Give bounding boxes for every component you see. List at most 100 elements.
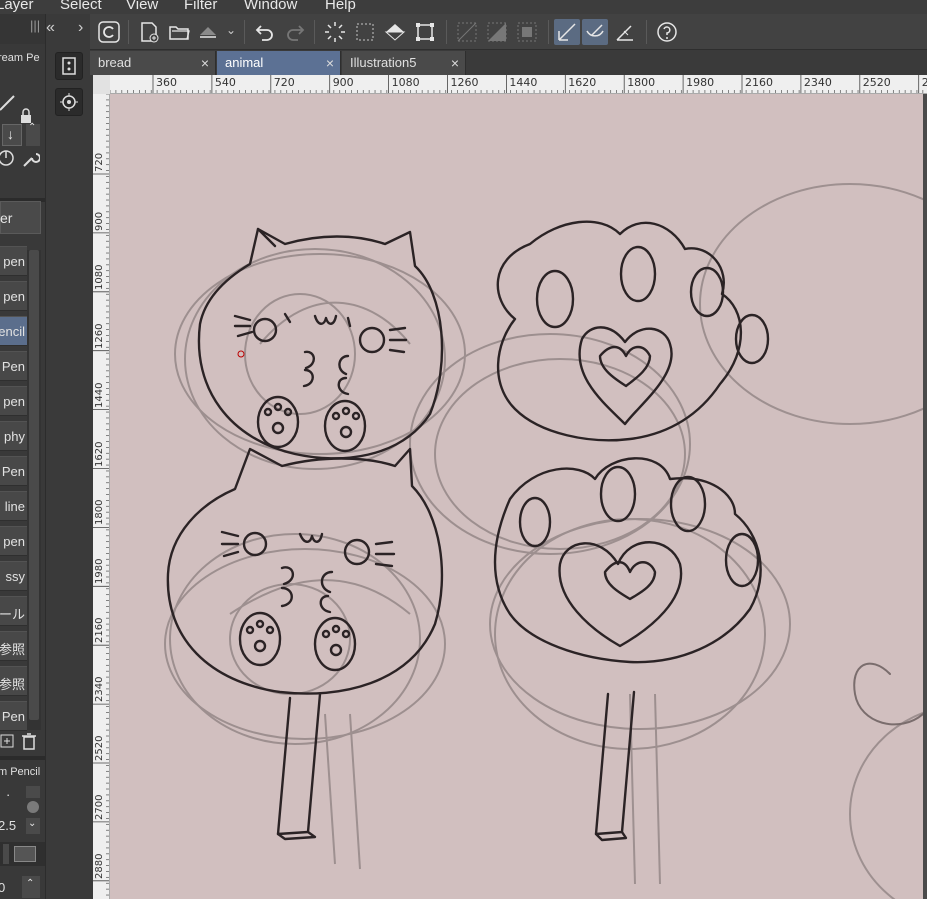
sub-tool-item[interactable]: ssy xyxy=(0,561,27,591)
stepper-down[interactable]: ⌄ xyxy=(26,818,40,834)
trash-icon[interactable] xyxy=(20,732,38,750)
expand-right-icon[interactable]: › xyxy=(78,19,83,37)
menu-view[interactable]: View xyxy=(126,0,158,13)
sub-tool-label: Pen xyxy=(1,359,25,374)
side-toolbar: « › xyxy=(45,14,90,899)
sub-tool-label: pen xyxy=(3,289,25,304)
target-icon[interactable] xyxy=(55,88,83,116)
ruler-label: 720 xyxy=(273,76,295,89)
close-icon[interactable]: × xyxy=(326,51,334,75)
ruler-label: 2160 xyxy=(94,617,105,644)
sub-tool-label: 参照 xyxy=(0,677,25,692)
ruler-b-icon[interactable] xyxy=(484,19,510,45)
sub-tool-scrollbar[interactable] xyxy=(27,250,41,730)
tool-button[interactable]: er xyxy=(0,201,41,234)
download-icon[interactable]: ↓ xyxy=(2,124,22,146)
redo-icon[interactable] xyxy=(282,19,308,45)
save-icon[interactable] xyxy=(196,19,222,45)
sub-tool-item[interactable]: pen xyxy=(0,281,27,311)
fill-icon[interactable] xyxy=(382,19,408,45)
sub-tool-item[interactable]: pen xyxy=(0,526,27,556)
snap-to-ruler-icon[interactable] xyxy=(554,19,580,45)
transform-icon[interactable] xyxy=(412,19,438,45)
snap-to-guide-icon[interactable] xyxy=(582,19,608,45)
ruler-label: 1800 xyxy=(94,499,105,526)
sub-tool-item[interactable]: Pen xyxy=(0,701,27,731)
sub-tool-item[interactable]: line xyxy=(0,491,27,521)
color-swatch-icon[interactable] xyxy=(14,846,36,862)
menu-window[interactable]: Window xyxy=(244,0,297,13)
sub-tool-label: line xyxy=(4,499,25,514)
sub-tool-item[interactable]: pen xyxy=(0,386,27,416)
sub-tool-item[interactable]: pen xyxy=(0,246,27,276)
lasso-clear-icon[interactable] xyxy=(322,19,348,45)
ruler-label: 720 xyxy=(94,152,105,172)
sub-tool-item[interactable]: 参照 xyxy=(0,666,27,696)
brush-shape-icon[interactable] xyxy=(0,148,16,168)
sub-tool-item[interactable]: Pen xyxy=(0,351,27,381)
menu-help[interactable]: Help xyxy=(325,0,356,13)
spin-stepper[interactable]: ⌃ xyxy=(26,122,40,146)
app-window: Layer Select View Filter Window Help |||… xyxy=(0,0,927,899)
undo-icon[interactable] xyxy=(252,19,278,45)
close-icon[interactable]: × xyxy=(451,51,459,75)
pencil-brush-icon xyxy=(0,95,15,111)
save-dropdown-icon[interactable]: ⌄ xyxy=(226,23,236,37)
menu-bar: Layer Select View Filter Window Help xyxy=(0,0,927,14)
navigator-icon[interactable] xyxy=(55,52,83,80)
brush-size-value[interactable]: 2.5 xyxy=(0,818,16,833)
horizontal-ruler[interactable]: 360 540 720 900 1080 1260 1440 1620 1800 1980 2160… xyxy=(110,75,927,94)
open-folder-icon[interactable] xyxy=(166,19,192,45)
ruler-label: 2700 xyxy=(94,794,105,820)
ruler-label: 360 xyxy=(156,76,177,89)
command-bar: ⌄ xyxy=(90,14,927,50)
tab-illustration5[interactable]: Illustration5 × xyxy=(342,51,466,75)
ruler-a-icon[interactable] xyxy=(454,19,480,45)
bottom-stepper[interactable]: ⌃ xyxy=(22,876,40,898)
snap-to-grid-icon[interactable] xyxy=(612,19,638,45)
add-sub-tool-icon[interactable] xyxy=(0,732,16,750)
sub-tool-label: encil xyxy=(0,324,25,339)
stepper-up[interactable] xyxy=(26,786,40,798)
vertical-ruler[interactable]: 720 900 1080 1260 1440 1620 1800 1980 2160 2340 25… xyxy=(93,94,110,899)
ruler-label: 1620 xyxy=(94,441,105,467)
tab-bread[interactable]: bread × xyxy=(90,51,216,75)
sub-tool-item[interactable]: ール xyxy=(0,596,27,626)
ruler-label: 2700 xyxy=(922,76,927,89)
collapse-left-icon[interactable]: « xyxy=(46,19,55,37)
sub-tool-item[interactable]: 参照 xyxy=(0,631,27,661)
sub-tool-label: 参照 xyxy=(0,642,25,657)
sub-tool-label: ssy xyxy=(5,569,26,584)
brush-title: ream Pe xyxy=(0,52,40,64)
help-icon[interactable] xyxy=(654,19,680,45)
bottom-value[interactable]: 0 xyxy=(0,880,5,895)
bottom-brush-name: m Pencil xyxy=(0,766,41,778)
slider-knob[interactable] xyxy=(27,801,39,813)
sub-tool-item[interactable]: Pen xyxy=(0,456,27,486)
canvas-scrollbar[interactable] xyxy=(923,94,927,899)
ruler-label: 900 xyxy=(332,76,354,89)
sub-tool-label: Pen xyxy=(1,709,25,724)
close-icon[interactable]: × xyxy=(201,51,209,75)
ruler-c-icon[interactable] xyxy=(514,19,540,45)
tab-animal[interactable]: animal × xyxy=(217,51,341,75)
wrench-icon[interactable] xyxy=(20,150,40,170)
menu-select[interactable]: Select xyxy=(60,0,102,13)
ruler-label: 1980 xyxy=(686,76,715,89)
menu-filter[interactable]: Filter xyxy=(184,0,217,13)
tab-label: animal xyxy=(225,55,264,70)
sub-tool-item[interactable]: phy xyxy=(0,421,27,451)
ruler-label: 1080 xyxy=(391,76,420,89)
drawing-canvas[interactable] xyxy=(110,94,923,899)
line-art-layer xyxy=(166,220,923,842)
new-canvas-icon[interactable] xyxy=(136,19,162,45)
ruler-label: 1440 xyxy=(509,76,538,89)
ruler-label: 2160 xyxy=(745,76,773,89)
sub-tool-label: ール xyxy=(0,607,25,622)
sub-tool-item[interactable]: encil xyxy=(0,316,27,346)
ruler-label: 1800 xyxy=(627,76,656,89)
ruler-label: 2340 xyxy=(803,76,832,89)
clip-studio-icon[interactable] xyxy=(96,19,122,45)
select-all-icon[interactable] xyxy=(352,19,378,45)
menu-layer[interactable]: Layer xyxy=(0,0,34,13)
